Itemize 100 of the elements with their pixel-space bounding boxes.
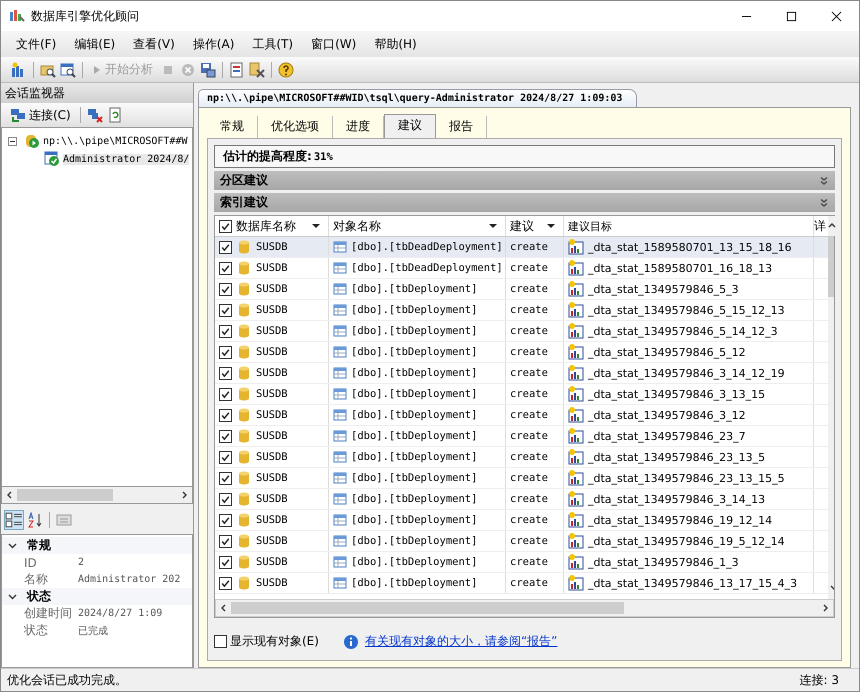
table-row[interactable]: SUSDB [dbo].[tbDeployment] create _dta_stat_1349579846_19_5_12_14 [215, 531, 828, 552]
checkbox[interactable] [219, 514, 232, 526]
scrollbar-thumb[interactable] [231, 602, 624, 614]
checkbox[interactable] [219, 388, 232, 400]
report-icon[interactable] [229, 62, 245, 78]
categorized-icon[interactable] [5, 511, 23, 529]
table-icon [333, 240, 347, 254]
improvement-value: 31% [314, 150, 333, 162]
table-row[interactable]: SUSDB [dbo].[tbDeadDeployment] create _dta_stat_1589580701_13_15_18_16 [215, 237, 828, 258]
refresh-icon[interactable] [106, 107, 123, 123]
table-cell: SUSDB [256, 283, 288, 295]
menu-item[interactable]: 窗口(W) [302, 36, 366, 52]
menu-item[interactable]: 文件(F) [7, 36, 66, 52]
table-icon [333, 471, 347, 485]
report-link[interactable]: 有关现有对象的大小，请参阅“报告” [364, 633, 558, 650]
database-icon [236, 449, 252, 465]
checkbox[interactable] [219, 408, 232, 422]
table-cell: _dta_stat_1349579846_3_12 [588, 408, 746, 422]
help-icon[interactable] [278, 62, 294, 78]
checkbox[interactable] [219, 282, 232, 296]
chevron-icon[interactable] [819, 176, 829, 186]
checkbox[interactable] [219, 304, 232, 316]
chevron-icon[interactable] [8, 541, 17, 550]
scroll-left-icon[interactable] [6, 491, 14, 499]
table-icon [333, 282, 347, 296]
menu-item[interactable]: 查看(V) [124, 36, 184, 52]
table-row[interactable]: SUSDB [dbo].[tbDeployment] create _dta_stat_1349579846_19_12_14 [215, 510, 828, 531]
dropdown-icon[interactable] [489, 222, 497, 230]
checkbox[interactable] [219, 324, 232, 338]
column-header[interactable]: 数据库名称 [236, 218, 296, 234]
table-icon [333, 429, 347, 443]
table-row[interactable]: SUSDB [dbo].[tbDeployment] create _dta_stat_1349579846_5_14_12_3 [215, 321, 828, 342]
show-existing-checkbox[interactable]: 显示现有对象(E) [214, 633, 319, 650]
table-cell: _dta_stat_1589580701_16_18_13 [588, 262, 772, 274]
table-row[interactable]: SUSDB [dbo].[tbDeployment] create _dta_stat_1349579846_3_14_13 [215, 489, 828, 510]
window-search-icon[interactable] [60, 62, 76, 78]
table-cell: create [510, 304, 548, 316]
column-header[interactable]: 建议 [510, 218, 534, 234]
tools-icon[interactable] [249, 62, 265, 78]
dropdown-icon[interactable] [312, 222, 320, 230]
tree-item[interactable]: Administrator 2024/8/ [63, 154, 190, 164]
checkbox[interactable] [219, 576, 232, 590]
table-row[interactable]: SUSDB [dbo].[tbDeployment] create _dta_stat_1349579846_1_3 [215, 552, 828, 573]
scroll-right-icon[interactable] [821, 604, 829, 612]
table-icon [333, 303, 347, 317]
tree-item[interactable]: np:\\.\pipe\MICROSOFT##W [43, 136, 188, 146]
table-row[interactable]: SUSDB [dbo].[tbDeployment] create _dta_stat_1349579846_5_15_12_13 [215, 300, 828, 321]
table-row[interactable]: SUSDB [dbo].[tbDeployment] create _dta_stat_1349579846_3_13_15 [215, 384, 828, 405]
table-row[interactable]: SUSDB [dbo].[tbDeadDeployment] create _dta_stat_1589580701_16_18_13 [215, 258, 828, 279]
column-header[interactable]: 建议目标 [568, 218, 612, 234]
table-row[interactable]: SUSDB [dbo].[tbDeployment] create _dta_stat_1349579846_3_14_12_19 [215, 363, 828, 384]
checkbox[interactable] [219, 450, 232, 464]
menu-item[interactable]: 编辑(E) [65, 36, 124, 52]
checkbox[interactable] [219, 534, 232, 548]
chevron-icon[interactable] [8, 592, 17, 601]
sort-alphabetical-icon[interactable] [27, 512, 43, 528]
scroll-up-icon[interactable] [828, 222, 836, 230]
table-row[interactable]: SUSDB [dbo].[tbDeployment] create _dta_stat_1349579846_5_3 [215, 279, 828, 300]
column-header[interactable]: 对象名称 [333, 218, 381, 234]
statistics-icon [568, 512, 584, 528]
table-row[interactable]: SUSDB [dbo].[tbDeployment] create _dta_stat_1349579846_3_12 [215, 405, 828, 426]
table-cell: create [510, 241, 548, 253]
checkbox[interactable] [219, 556, 232, 568]
table-cell: SUSDB [256, 367, 288, 379]
checkbox[interactable] [219, 220, 232, 232]
table-cell: create [510, 451, 548, 463]
save-icon[interactable] [200, 62, 216, 78]
checkbox[interactable] [219, 430, 232, 442]
scroll-left-icon[interactable] [220, 604, 228, 612]
checkbox[interactable] [219, 472, 232, 484]
table-row[interactable]: SUSDB [dbo].[tbDeployment] create _dta_stat_1349579846_13_17_15_4_3 [215, 573, 828, 594]
dropdown-icon[interactable] [547, 222, 555, 230]
scrollbar-thumb[interactable] [17, 489, 113, 501]
column-header[interactable]: 详 [814, 218, 826, 234]
table-icon [333, 324, 347, 338]
menu-item[interactable]: 操作(A) [184, 36, 244, 52]
statistics-icon [568, 365, 584, 381]
table-cell: SUSDB [256, 451, 288, 463]
table-row[interactable]: SUSDB [dbo].[tbDeployment] create _dta_stat_1349579846_23_13_5 [215, 447, 828, 468]
table-cell: [dbo].[tbDeployment] [351, 514, 478, 526]
expand-toggle[interactable] [8, 136, 17, 146]
menu-item[interactable]: 工具(T) [243, 36, 302, 52]
tab[interactable]: 建议 [384, 114, 436, 138]
table-cell: [dbo].[tbDeployment] [351, 556, 478, 568]
table-row[interactable]: SUSDB [dbo].[tbDeployment] create _dta_stat_1349579846_23_7 [215, 426, 828, 447]
scroll-right-icon[interactable] [180, 491, 188, 499]
document-tab[interactable]: np:\\.\pipe\MICROSOFT##WID\tsql\query-Administrator 2024/8/27 1:09:03 [198, 89, 638, 107]
checkbox[interactable] [219, 492, 232, 506]
menu-item[interactable]: 帮助(H) [365, 36, 426, 52]
table-cell: SUSDB [256, 535, 288, 547]
table-cell: _dta_stat_1349579846_23_7 [588, 430, 746, 442]
table-row[interactable]: SUSDB [dbo].[tbDeployment] create _dta_stat_1349579846_5_12 [215, 342, 828, 363]
table-cell: _dta_stat_1349579846_5_3 [588, 282, 739, 296]
chevron-icon[interactable] [819, 198, 829, 208]
checkbox[interactable] [219, 240, 232, 254]
disconnect-icon[interactable] [86, 107, 103, 123]
checkbox[interactable] [219, 346, 232, 358]
checkbox[interactable] [219, 366, 232, 380]
checkbox[interactable] [219, 262, 232, 274]
table-row[interactable]: SUSDB [dbo].[tbDeployment] create _dta_stat_1349579846_23_13_15_5 [215, 468, 828, 489]
